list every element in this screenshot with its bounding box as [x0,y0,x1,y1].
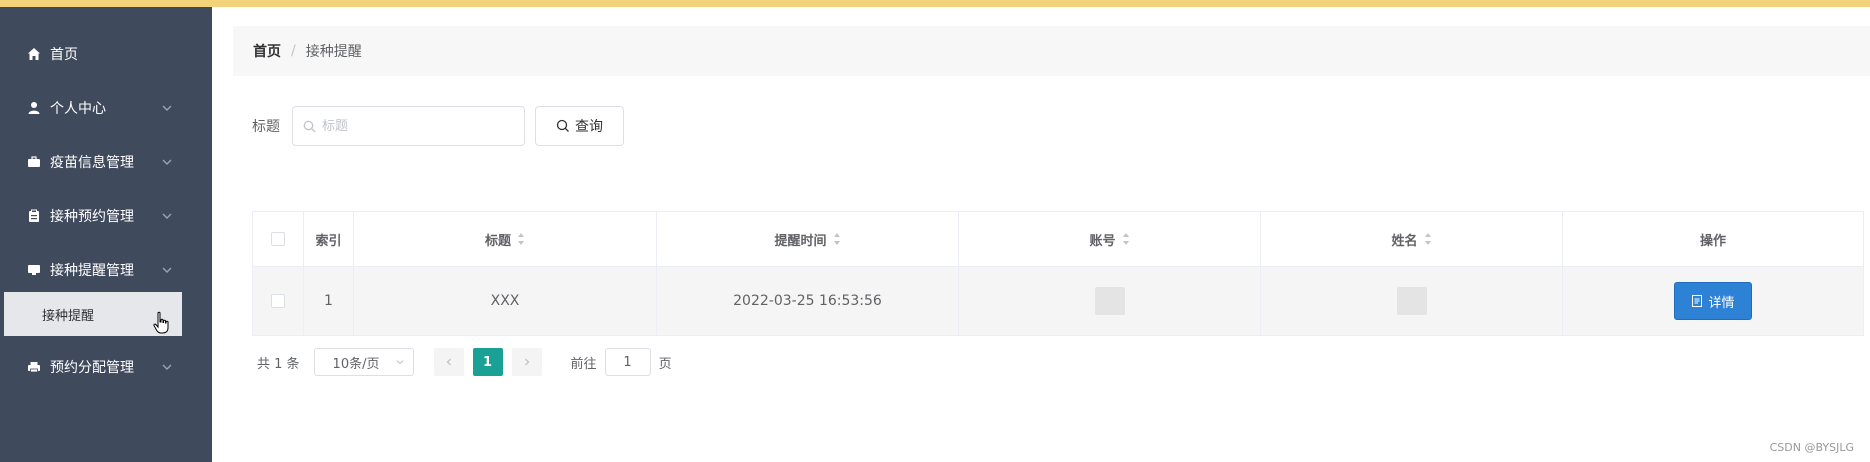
sidebar-item-home[interactable]: 首页 [0,27,212,81]
sidebar-item-vaccination-reminder[interactable]: 接种提醒管理 [0,243,212,297]
home-icon [28,48,40,60]
prev-page-button[interactable] [433,348,464,376]
sidebar-item-personal-center[interactable]: 个人中心 [0,81,212,135]
goto-suffix: 页 [658,356,672,372]
header-title-label: 标题 [484,233,511,249]
printer-icon [28,362,40,373]
chevron-right-icon [524,358,529,366]
table-header-row: 索引 标题 提醒时间 账号 姓名 操作 [253,212,1863,267]
chevron-left-icon [446,358,451,366]
goto-prefix: 前往 [570,356,597,372]
header-name[interactable]: 姓名 [1261,212,1563,266]
sidebar-item-vaccine-info[interactable]: 疫苗信息管理 [0,135,212,189]
redacted-name [1396,287,1427,315]
watermark: CSDN @BYSJLG [1769,441,1854,454]
user-icon [28,102,40,114]
cell-index: 1 [304,267,354,335]
chevron-down-icon [162,105,172,111]
goto-page-input[interactable] [604,348,651,376]
page-size-select[interactable]: 10条/页 [313,348,414,376]
monitor-icon [28,265,40,275]
detail-button-label: 详情 [1708,295,1735,311]
pagination: 共 1 条 10条/页 1 前往 页 [257,348,672,376]
chevron-down-icon [162,159,172,165]
header-select-all [253,212,304,266]
briefcase-icon [28,156,40,167]
header-index-label: 索引 [315,233,342,249]
sidebar-item-label: 接种提醒管理 [50,263,134,279]
cell-name [1261,267,1563,335]
sidebar-item-label: 首页 [50,47,78,63]
breadcrumb: 首页 / 接种提醒 [233,26,1870,76]
query-button[interactable]: 查询 [535,106,624,146]
page-jumper: 前往 页 [571,348,672,376]
cell-actions: 详情 [1563,267,1863,335]
sidebar-item-label: 疫苗信息管理 [50,155,134,171]
search-icon [556,119,569,132]
sort-icon[interactable] [517,232,525,246]
top-accent-strip [0,0,1870,7]
breadcrumb-home[interactable]: 首页 [253,41,281,61]
row-checkbox[interactable] [271,294,285,308]
cell-title: XXX [354,267,657,335]
sidebar: 首页 个人中心 疫苗信息管理 接种预约管理 接种提醒管理 接种提醒 预约分配管理 [0,7,212,462]
header-reminder-time[interactable]: 提醒时间 [657,212,959,266]
breadcrumb-separator: / [291,43,296,59]
sort-icon[interactable] [1424,232,1432,246]
next-page-button[interactable] [511,348,542,376]
header-actions-label: 操作 [1699,233,1726,249]
search-field[interactable] [292,106,525,146]
search-input[interactable] [322,118,512,134]
cell-account [959,267,1261,335]
detail-button[interactable]: 详情 [1674,282,1752,320]
sidebar-item-label: 个人中心 [50,101,106,117]
sidebar-item-label: 接种预约管理 [50,209,134,225]
header-name-label: 姓名 [1391,233,1418,249]
page-number-1[interactable]: 1 [472,348,503,376]
query-button-label: 查询 [575,119,603,135]
document-icon [1692,295,1703,307]
sort-icon[interactable] [1122,232,1130,246]
sort-icon[interactable] [833,232,841,246]
search-label: 标题 [252,119,280,135]
sidebar-item-vaccination-booking[interactable]: 接种预约管理 [0,189,212,243]
sidebar-item-label: 预约分配管理 [50,360,134,376]
data-table: 索引 标题 提醒时间 账号 姓名 操作 1 XXX 2022-03-25 16:… [252,211,1864,336]
pagination-total: 共 1 条 [257,356,300,372]
chevron-down-icon [162,213,172,219]
redacted-account [1094,287,1125,315]
breadcrumb-current: 接种提醒 [305,44,362,60]
header-actions: 操作 [1563,212,1863,266]
sidebar-item-booking-allocation[interactable]: 预约分配管理 [0,340,212,394]
clipboard-icon [29,209,39,222]
header-index: 索引 [304,212,354,266]
chevron-down-icon [162,364,172,370]
chevron-up-icon [162,267,172,273]
header-time-label: 提醒时间 [774,233,827,249]
chevron-down-icon [396,360,403,365]
header-account-label: 账号 [1089,233,1116,249]
hand-cursor-icon [153,311,169,334]
cell-reminder-time: 2022-03-25 16:53:56 [657,267,959,335]
sidebar-subitem-label: 接种提醒 [42,308,95,324]
table-row: 1 XXX 2022-03-25 16:53:56 详情 [253,267,1863,335]
search-icon [303,120,316,132]
header-title[interactable]: 标题 [354,212,657,266]
select-all-checkbox[interactable] [271,232,285,246]
row-select [253,267,304,335]
page-size-value: 10条/页 [332,356,380,372]
header-account[interactable]: 账号 [959,212,1261,266]
